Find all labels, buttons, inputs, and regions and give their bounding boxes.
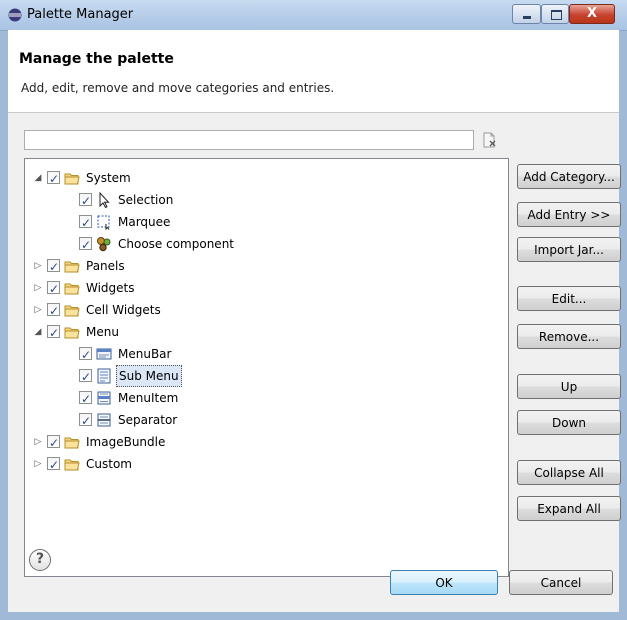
tree-entry-row[interactable]: ✓ Sub Menu bbox=[25, 365, 508, 387]
menubar-icon bbox=[96, 348, 112, 360]
tree-item-label: MenuItem bbox=[118, 391, 179, 405]
down-button[interactable]: Down bbox=[517, 410, 621, 435]
window-title: Palette Manager bbox=[27, 7, 134, 22]
tree-checkbox[interactable]: ✓ bbox=[79, 347, 92, 362]
expand-all-button[interactable]: Expand All bbox=[517, 496, 621, 521]
tree-checkbox[interactable]: ✓ bbox=[47, 435, 60, 450]
close-icon: X bbox=[586, 6, 598, 21]
maximize-icon bbox=[551, 10, 562, 20]
submenu-icon bbox=[97, 368, 111, 384]
marquee-icon bbox=[97, 215, 110, 230]
tree-entry-row[interactable]: ✓ MenuBar bbox=[25, 343, 508, 365]
tree-category-row[interactable]: ◢ ✓ System bbox=[25, 167, 508, 189]
tree-checkbox[interactable]: ✓ bbox=[47, 325, 60, 340]
tree-item-label: Sub Menu bbox=[116, 365, 182, 387]
arrow-cursor-icon bbox=[99, 192, 110, 208]
folder-icon bbox=[64, 261, 80, 273]
tree-checkbox[interactable]: ✓ bbox=[47, 303, 60, 318]
collapse-toggle-icon[interactable]: ◢ bbox=[33, 167, 43, 189]
folder-icon bbox=[64, 305, 80, 317]
tree-checkbox[interactable]: ✓ bbox=[79, 369, 92, 384]
tree-checkbox[interactable]: ✓ bbox=[79, 413, 92, 428]
up-button[interactable]: Up bbox=[517, 374, 621, 399]
tree-category-row[interactable]: ▷ ✓ Custom bbox=[25, 453, 508, 475]
separator-icon bbox=[97, 413, 111, 427]
title-bar[interactable]: Palette Manager X bbox=[0, 0, 627, 31]
folder-icon bbox=[64, 459, 80, 471]
folder-icon bbox=[64, 173, 80, 185]
choose-component-icon bbox=[97, 237, 111, 252]
tree-checkbox[interactable]: ✓ bbox=[47, 281, 60, 296]
tree-checkbox[interactable]: ✓ bbox=[79, 193, 92, 208]
expand-toggle-icon[interactable]: ▷ bbox=[33, 299, 43, 321]
tree-item-label: Separator bbox=[118, 413, 178, 427]
palette-tree[interactable]: ◢ ✓ System ✓ Selection ✓ Marquee ✓ Choose compon… bbox=[24, 158, 509, 577]
tree-checkbox[interactable]: ✓ bbox=[79, 237, 92, 252]
tree-category-row[interactable]: ▷ ✓ ImageBundle bbox=[25, 431, 508, 453]
tree-item-label: Cell Widgets bbox=[86, 303, 161, 317]
minimize-icon bbox=[523, 16, 531, 19]
collapse-all-button[interactable]: Collapse All bbox=[517, 460, 621, 485]
header-title: Manage the palette bbox=[19, 51, 174, 67]
tree-item-label: ImageBundle bbox=[86, 435, 166, 449]
tree-item-label: Marquee bbox=[118, 215, 171, 229]
clear-filter-icon[interactable] bbox=[483, 132, 497, 148]
import-jar-button[interactable]: Import Jar... bbox=[517, 237, 621, 262]
header-description: Add, edit, remove and move categories an… bbox=[21, 81, 335, 95]
tree-checkbox[interactable]: ✓ bbox=[79, 391, 92, 406]
tree-entry-row[interactable]: ✓ Choose component bbox=[25, 233, 508, 255]
filter-input[interactable] bbox=[24, 130, 474, 150]
cancel-button[interactable]: Cancel bbox=[509, 570, 613, 595]
tree-checkbox[interactable]: ✓ bbox=[47, 259, 60, 274]
edit-button[interactable]: Edit... bbox=[517, 286, 621, 311]
tree-category-row[interactable]: ▷ ✓ Panels bbox=[25, 255, 508, 277]
tree-item-label: Panels bbox=[86, 259, 125, 273]
tree-entry-row[interactable]: ✓ Separator bbox=[25, 409, 508, 431]
tree-category-row[interactable]: ▷ ✓ Widgets bbox=[25, 277, 508, 299]
remove-button[interactable]: Remove... bbox=[517, 324, 621, 349]
expand-toggle-icon[interactable]: ▷ bbox=[33, 431, 43, 453]
tree-item-label: Choose component bbox=[118, 237, 235, 251]
tree-entry-row[interactable]: ✓ MenuItem bbox=[25, 387, 508, 409]
dialog-header: Manage the palette Add, edit, remove and… bbox=[8, 30, 619, 113]
tree-category-row[interactable]: ▷ ✓ Cell Widgets bbox=[25, 299, 508, 321]
close-button[interactable]: X bbox=[569, 4, 615, 24]
expand-toggle-icon[interactable]: ▷ bbox=[33, 453, 43, 475]
tree-item-label: Custom bbox=[86, 457, 132, 471]
add-category-button[interactable]: Add Category... bbox=[517, 164, 621, 189]
tree-entry-row[interactable]: ✓ Selection bbox=[25, 189, 508, 211]
tree-item-label: Widgets bbox=[86, 281, 135, 295]
dialog-client-area: Manage the palette Add, edit, remove and… bbox=[8, 30, 621, 612]
add-entry-button[interactable]: Add Entry >> bbox=[517, 202, 621, 227]
folder-icon bbox=[64, 283, 80, 295]
folder-icon bbox=[64, 327, 80, 339]
expand-toggle-icon[interactable]: ▷ bbox=[33, 277, 43, 299]
tree-item-label: System bbox=[86, 171, 131, 185]
minimize-button[interactable] bbox=[512, 4, 541, 24]
ok-button[interactable]: OK bbox=[390, 570, 498, 595]
tree-checkbox[interactable]: ✓ bbox=[47, 457, 60, 472]
tree-item-label: MenuBar bbox=[118, 347, 172, 361]
help-icon[interactable]: ? bbox=[29, 549, 51, 571]
tree-checkbox[interactable]: ✓ bbox=[47, 171, 60, 186]
collapse-toggle-icon[interactable]: ◢ bbox=[33, 321, 43, 343]
folder-icon bbox=[64, 437, 80, 449]
tree-category-row[interactable]: ◢ ✓ Menu bbox=[25, 321, 508, 343]
eclipse-icon bbox=[8, 8, 22, 22]
maximize-button[interactable] bbox=[541, 4, 569, 24]
tree-checkbox[interactable]: ✓ bbox=[79, 215, 92, 230]
expand-toggle-icon[interactable]: ▷ bbox=[33, 255, 43, 277]
tree-item-label: Selection bbox=[118, 193, 174, 207]
menuitem-icon bbox=[97, 391, 111, 405]
tree-item-label: Menu bbox=[86, 325, 119, 339]
dialog-window: Palette Manager X Manage the palette Add… bbox=[0, 0, 627, 620]
tree-entry-row[interactable]: ✓ Marquee bbox=[25, 211, 508, 233]
